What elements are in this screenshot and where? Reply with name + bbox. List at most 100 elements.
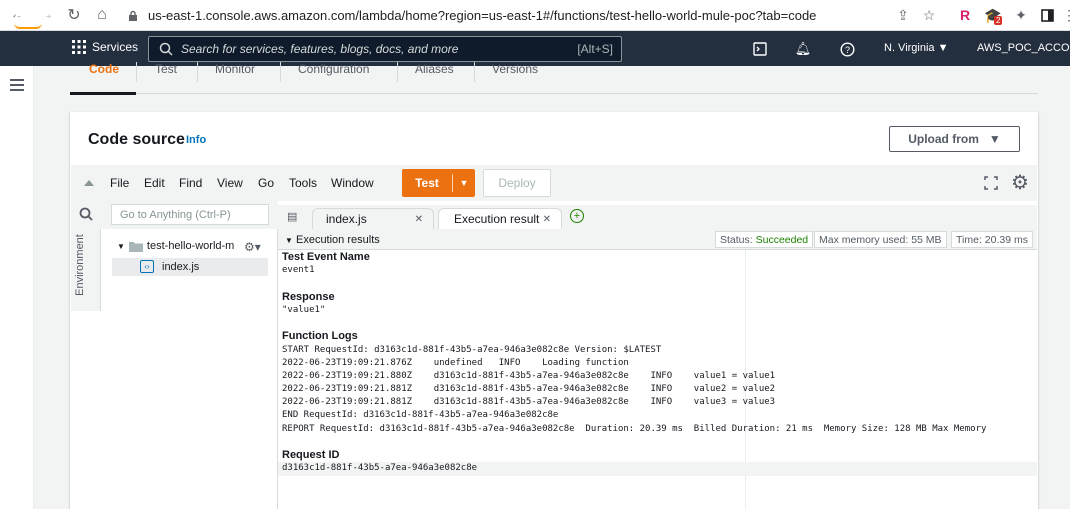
reload-icon[interactable]: ↻: [60, 3, 88, 27]
editor-tab-execution-results[interactable]: Execution result ✕: [438, 208, 562, 229]
notifications-bell-icon[interactable]: 🔔︎: [794, 40, 812, 58]
tab-divider: [280, 62, 281, 82]
puzzle-extensions-icon[interactable]: ✦: [1010, 4, 1032, 26]
extension-badge: 2: [994, 16, 1003, 25]
address-bar[interactable]: us-east-1.console.aws.amazon.com/lambda/…: [124, 4, 950, 27]
services-menu-button[interactable]: Services: [72, 40, 138, 54]
search-shortcut: [Alt+S]: [577, 42, 613, 56]
request-id-heading: Request ID: [282, 449, 340, 461]
ide-toolbar: [71, 165, 1037, 201]
tab-configuration[interactable]: Configuration: [298, 62, 369, 76]
browser-toolbar: ← → ↻ ⌂ us-east-1.console.aws.amazon.com…: [0, 0, 1070, 31]
response-value: "value1": [282, 305, 326, 315]
aws-search-input[interactable]: Search for services, features, blogs, do…: [148, 36, 622, 62]
log-line: END RequestId: d3163c1d-881f-43b5-a7ea-9…: [282, 410, 559, 420]
aws-logo-smile-icon: [14, 23, 42, 29]
fullscreen-icon[interactable]: [984, 176, 998, 190]
deploy-button[interactable]: Deploy: [483, 169, 551, 197]
goto-anything-input[interactable]: Go to Anything (Ctrl-P): [111, 204, 269, 225]
new-tab-plus-icon[interactable]: +: [570, 209, 584, 223]
menu-edit[interactable]: Edit: [144, 176, 165, 190]
url-text: us-east-1.console.aws.amazon.com/lambda/…: [148, 8, 817, 23]
menu-window[interactable]: Window: [331, 176, 374, 190]
caret-down-icon: ▼: [285, 236, 293, 245]
response-heading: Response: [282, 291, 335, 303]
editor-tab-label: Execution result: [454, 212, 540, 226]
execution-results-toggle[interactable]: ▼ Execution results: [285, 234, 380, 246]
test-button[interactable]: Test ▼: [402, 169, 475, 197]
tab-monitor[interactable]: Monitor: [215, 62, 255, 76]
home-icon[interactable]: ⌂: [88, 3, 116, 27]
side-nav-rail: [0, 66, 34, 509]
share-icon[interactable]: ⇪: [892, 4, 914, 26]
tab-divider: [136, 62, 137, 82]
execution-results-title: Execution results: [295, 234, 380, 246]
split-divider: [452, 174, 453, 192]
log-line: START RequestId: d3163c1d-881f-43b5-a7ea…: [282, 345, 662, 355]
caret-down-icon: ▼: [988, 132, 1001, 146]
tab-aliases[interactable]: Aliases: [415, 62, 454, 76]
menu-tools[interactable]: Tools: [289, 176, 317, 190]
folder-item[interactable]: ▼ test-hello-world-m: [117, 240, 234, 252]
editor-tab-index-js[interactable]: index.js ✕: [312, 208, 434, 229]
upload-from-button[interactable]: Upload from ▼: [889, 126, 1020, 152]
account-menu[interactable]: AWS_POC_ACCOUN: [977, 42, 1070, 54]
file-item[interactable]: index.js: [112, 258, 268, 276]
cloudshell-icon[interactable]: [751, 40, 769, 58]
status-label: Status:: [720, 234, 756, 246]
menu-view[interactable]: View: [217, 176, 243, 190]
caret-down-icon: ▼: [117, 241, 125, 251]
folder-settings-icon[interactable]: ⚙▾: [244, 240, 261, 254]
collapse-toolbar-icon[interactable]: [84, 180, 94, 186]
test-dropdown-caret-icon[interactable]: ▼: [453, 178, 475, 188]
bookmark-star-icon[interactable]: ☆: [918, 4, 940, 26]
js-file-icon: ‹›: [140, 260, 154, 273]
log-line: 2022-06-23T19:09:21.881Z d3163c1d-881f-4…: [282, 397, 776, 407]
log-line: 2022-06-23T19:09:21.880Z d3163c1d-881f-4…: [282, 371, 776, 381]
test-event-heading: Test Event Name: [282, 251, 370, 263]
max-memory-badge: Max memory used: 55 MB: [814, 231, 947, 248]
side-panel-icon[interactable]: [1036, 4, 1058, 26]
tab-versions[interactable]: Versions: [492, 62, 538, 76]
environment-tab[interactable]: Environment: [74, 227, 86, 303]
search-icon: [159, 42, 173, 56]
grid-icon: [72, 40, 86, 54]
tab-divider: [474, 62, 475, 82]
function-logs-heading: Function Logs: [282, 330, 358, 342]
status-value: Succeeded: [755, 234, 809, 246]
test-button-label: Test: [415, 176, 439, 190]
lock-icon: [124, 7, 142, 25]
services-label: Services: [92, 40, 139, 54]
file-name: index.js: [162, 261, 200, 273]
info-link[interactable]: Info: [186, 134, 206, 146]
settings-gear-icon[interactable]: ⚙: [1011, 172, 1033, 194]
region-selector[interactable]: N. Virginia ▼: [884, 42, 949, 54]
tab-divider: [397, 62, 398, 82]
log-line: 2022-06-23T19:09:21.881Z d3163c1d-881f-4…: [282, 384, 776, 394]
close-icon[interactable]: ✕: [543, 214, 551, 225]
svg-text:?: ?: [844, 45, 849, 55]
extension-cap-icon[interactable]: 🎓 2: [982, 4, 1004, 26]
active-tab-indicator: [70, 92, 136, 95]
hamburger-menu-icon[interactable]: [10, 79, 24, 91]
menu-file[interactable]: File: [110, 176, 129, 190]
tab-test[interactable]: Test: [155, 62, 177, 76]
tab-code[interactable]: Code: [89, 62, 119, 76]
log-line: REPORT RequestId: d3163c1d-881f-43b5-a7e…: [282, 424, 987, 434]
upload-from-label: Upload from: [908, 132, 979, 146]
test-event-value: event1: [282, 265, 315, 275]
code-source-title: Code source: [88, 131, 185, 148]
request-id-value[interactable]: d3163c1d-881f-43b5-a7ea-946a3e082c8e: [282, 463, 477, 473]
tab-list-icon[interactable]: ▤: [287, 210, 299, 223]
folder-name: test-hello-world-m: [146, 240, 235, 252]
menu-go[interactable]: Go: [258, 176, 274, 190]
kebab-menu-icon[interactable]: ⋮: [1058, 4, 1070, 26]
search-placeholder: Search for services, features, blogs, do…: [181, 42, 459, 56]
menu-find[interactable]: Find: [179, 176, 202, 190]
help-icon[interactable]: ?: [838, 40, 856, 58]
status-badge: Status: Succeeded: [715, 231, 814, 248]
search-icon[interactable]: [79, 207, 93, 221]
close-icon[interactable]: ✕: [415, 214, 423, 225]
log-line: 2022-06-23T19:09:21.876Z undefined INFO …: [282, 358, 629, 368]
extension-r-icon[interactable]: R: [954, 4, 976, 26]
